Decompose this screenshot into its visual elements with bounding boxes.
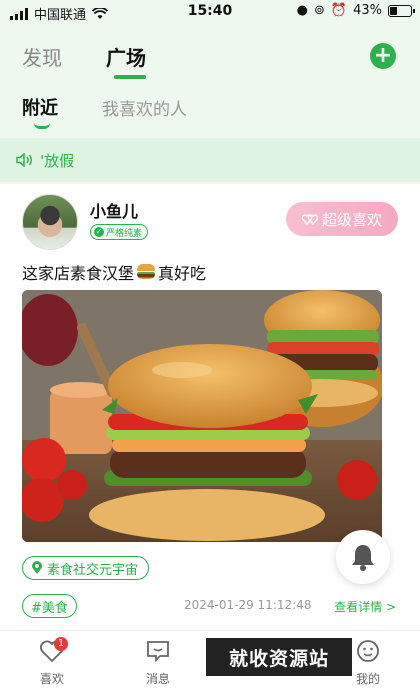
battery-icon [388, 4, 415, 17]
post-text: 这家店素食汉堡 真好吃 [22, 260, 206, 284]
location-pin-icon [32, 561, 42, 574]
location-label: 素食社交元宇宙 [47, 562, 139, 578]
post-text-end: 真好吃 [158, 264, 207, 283]
top-tabs: 发现 广场 [22, 42, 146, 79]
super-like-label: 超级喜欢 [321, 210, 382, 229]
status-bar: 中国联通 15:40 ● ⊚ ⏰ 43% [0, 0, 420, 24]
add-post-button[interactable]: + [370, 43, 396, 69]
username[interactable]: 小鱼儿 [90, 198, 138, 222]
bell-icon [352, 545, 374, 571]
view-details-link[interactable]: 查看详情 > [334, 598, 396, 615]
notice-bar[interactable]: '放假 [0, 138, 420, 182]
notification-button[interactable] [336, 530, 390, 584]
sub-tabs: 附近 我喜欢的人 [22, 94, 187, 129]
battery-percent: 43% [353, 3, 382, 18]
burger-photo [22, 290, 382, 542]
post-timestamp: 2024-01-29 11:12:48 [184, 598, 312, 612]
post-text-start: 这家店素食汉堡 [22, 264, 135, 283]
speaker-icon [16, 153, 32, 167]
tab-plaza[interactable]: 广场 [106, 42, 146, 79]
avatar[interactable] [22, 194, 78, 250]
burger-emoji-icon [137, 264, 156, 280]
location-icon: ● [296, 3, 308, 18]
tab-discover[interactable]: 发现 [22, 42, 62, 71]
super-like-button[interactable]: 超级喜欢 [286, 202, 398, 236]
plus-icon: + [373, 43, 393, 68]
vegan-tag: ✓ 严格纯素 [90, 224, 149, 240]
tab-nearby-label: 附近 [22, 98, 58, 119]
profile-icon [357, 640, 379, 662]
hashtag[interactable]: #美食 [22, 594, 77, 618]
rotation-lock-icon: ⊚ [314, 3, 325, 18]
tab-plaza-label: 广场 [106, 46, 146, 70]
tab-messages[interactable]: 消息 [128, 639, 188, 687]
post-photo[interactable] [22, 290, 382, 542]
battery-level [390, 6, 398, 15]
leaf-icon: ✓ [94, 227, 104, 237]
notice-text: '放假 [40, 151, 75, 170]
watermark-overlay: 就收资源站 [206, 638, 352, 676]
tab-likes[interactable]: 1 喜欢 [22, 637, 82, 687]
tab-nearby[interactable]: 附近 [22, 94, 58, 129]
alarm-icon: ⏰ [330, 3, 348, 18]
location-tag[interactable]: 素食社交元宇宙 [22, 556, 150, 580]
vegan-tag-label: 严格纯素 [106, 228, 143, 239]
tab-liked-people[interactable]: 我喜欢的人 [102, 95, 187, 120]
message-icon [147, 641, 169, 663]
tab-indicator [114, 75, 146, 79]
tab-messages-label: 消息 [145, 672, 170, 686]
tab-likes-label: 喜欢 [39, 672, 64, 686]
tab-indicator [34, 123, 50, 129]
double-heart-icon [301, 214, 318, 226]
likes-badge: 1 [54, 637, 68, 651]
